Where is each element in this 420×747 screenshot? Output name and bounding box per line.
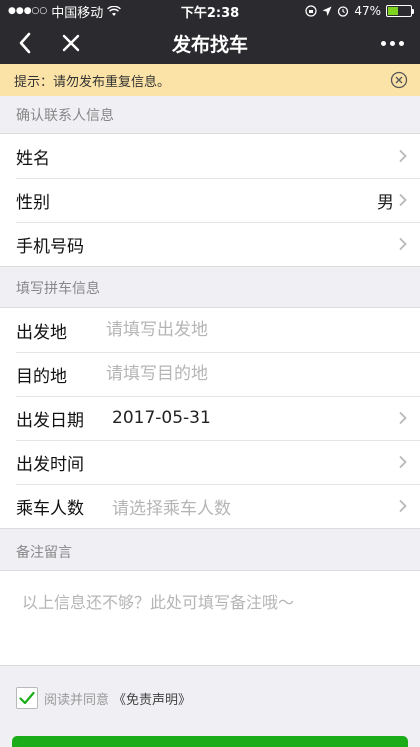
passenger-count-row[interactable]: 乘车人数 请选择乘车人数 <box>0 484 420 528</box>
gender-value: 男 <box>377 192 394 213</box>
passenger-count-label: 乘车人数 <box>16 498 84 519</box>
trip-group: 出发地 目的地 出发日期 2017-05-31 出发时间 乘车人数 请选择乘车人… <box>0 307 420 529</box>
carrier-name: 中国移动 <box>51 5 104 21</box>
chevron-right-icon <box>399 499 407 513</box>
status-right: 47% <box>305 4 414 18</box>
phone-row[interactable]: 手机号码 <box>0 222 420 266</box>
rotation-lock-icon <box>305 5 317 17</box>
departure-row: 出发地 <box>0 308 420 352</box>
notice-banner: 提示：请勿发布重复信息。 <box>0 64 420 96</box>
back-button[interactable] <box>10 28 40 58</box>
departure-date-row[interactable]: 出发日期 2017-05-31 <box>0 396 420 440</box>
contact-group: 姓名 性别 男 手机号码 <box>0 133 420 267</box>
gender-label: 性别 <box>16 192 50 213</box>
notice-close-icon[interactable] <box>390 71 408 89</box>
remark-textarea[interactable] <box>0 571 420 665</box>
nav-bar: 发布找车 <box>0 22 420 64</box>
close-button[interactable] <box>56 28 86 58</box>
chevron-right-icon <box>399 411 407 425</box>
signal-strength-icon: ●●●○○ <box>8 6 48 16</box>
departure-date-label: 出发日期 <box>16 410 84 431</box>
agreement: 阅读并同意 《免责声明》 <box>16 687 191 709</box>
departure-time-label: 出发时间 <box>16 454 84 475</box>
gender-row[interactable]: 性别 男 <box>0 178 420 222</box>
notice-text: 提示：请勿发布重复信息。 <box>14 74 171 90</box>
battery-percent: 47% <box>354 4 381 18</box>
battery-level <box>388 7 399 15</box>
departure-input[interactable] <box>106 320 420 340</box>
destination-row: 目的地 <box>0 352 420 396</box>
remark-box <box>0 570 420 666</box>
more-dot-icon <box>389 40 395 46</box>
alarm-icon <box>338 6 349 17</box>
destination-input[interactable] <box>106 364 420 384</box>
name-label: 姓名 <box>16 148 50 169</box>
agree-checkbox[interactable] <box>16 687 38 709</box>
submit-button[interactable] <box>12 736 408 747</box>
chevron-right-icon <box>399 237 407 251</box>
departure-time-row[interactable]: 出发时间 <box>0 440 420 484</box>
agree-text: 阅读并同意 <box>44 692 110 708</box>
contact-section-header: 确认联系人信息 <box>0 97 420 133</box>
close-icon <box>62 34 80 52</box>
departure-date-value: 2017-05-31 <box>112 408 211 428</box>
more-dot-icon <box>380 40 386 46</box>
chevron-right-icon <box>399 149 407 163</box>
checkmark-icon <box>19 691 35 705</box>
phone-label: 手机号码 <box>16 236 84 257</box>
more-dot-icon <box>398 40 404 46</box>
battery-icon <box>386 5 414 17</box>
wifi-icon <box>107 5 122 16</box>
name-row[interactable]: 姓名 <box>0 134 420 178</box>
chevron-right-icon <box>399 455 407 469</box>
disclaimer-link[interactable]: 《免责声明》 <box>113 689 191 708</box>
chevron-left-icon <box>19 32 31 54</box>
status-left: ●●●○○ 中国移动 <box>8 2 122 21</box>
trip-section-header: 填写拼车信息 <box>0 270 420 306</box>
chevron-right-icon <box>399 193 407 207</box>
more-button[interactable] <box>374 28 410 58</box>
departure-label: 出发地 <box>16 322 67 343</box>
location-icon <box>322 6 332 16</box>
status-bar: ●●●○○ 中国移动 下午2:38 47% <box>0 0 420 22</box>
remark-section-header: 备注留言 <box>0 534 420 570</box>
destination-label: 目的地 <box>16 366 67 387</box>
passenger-count-placeholder: 请选择乘车人数 <box>112 498 231 519</box>
